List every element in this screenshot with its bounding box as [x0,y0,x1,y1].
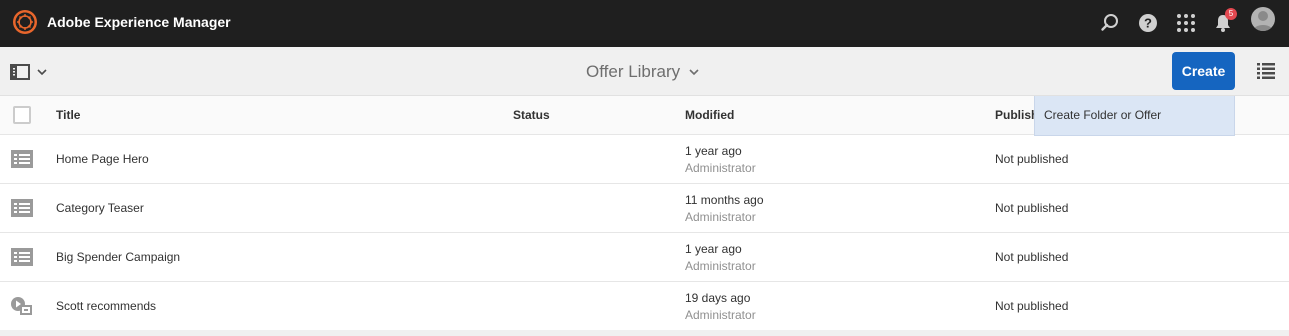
action-bar: Offer Library Create [0,47,1289,96]
row-publish-status: Not published [995,299,1069,313]
adobe-experience-cloud-logo[interactable] [12,9,38,35]
row-modified-by: Administrator [685,259,756,273]
row-modified-time: 1 year ago [685,242,742,256]
media-offer-icon [10,296,34,316]
row-publish-status: Not published [995,201,1069,215]
create-folder-or-offer-item[interactable]: Create Folder or Offer [1044,108,1161,122]
list-view-icon [1257,63,1275,79]
rail-toggle-button[interactable] [10,61,52,83]
create-button[interactable]: Create [1172,52,1235,90]
row-modified-by: Administrator [685,161,756,175]
row-publish-status: Not published [995,152,1069,166]
svg-text:?: ? [1144,16,1152,31]
row-title[interactable]: Home Page Hero [56,152,149,166]
list-icon [10,149,34,169]
list-view-toggle[interactable] [1256,61,1278,83]
table-row[interactable]: Scott recommends 19 days ago Administrat… [0,282,1289,331]
list-icon [10,198,34,218]
table-row[interactable]: Category Teaser 11 months ago Administra… [0,184,1289,233]
column-header-status[interactable]: Status [513,108,550,122]
row-modified-by: Administrator [685,308,756,322]
row-title[interactable]: Category Teaser [56,201,144,215]
table-row[interactable]: Big Spender Campaign 1 year ago Administ… [0,233,1289,282]
row-publish-status: Not published [995,250,1069,264]
column-header-modified[interactable]: Modified [685,108,734,122]
chevron-down-icon [689,69,699,76]
row-modified-by: Administrator [685,210,756,224]
create-menu: Create Folder or Offer [1034,96,1235,136]
user-avatar[interactable] [1251,7,1275,31]
page-title[interactable]: Offer Library [586,62,700,82]
column-header-title[interactable]: Title [56,108,80,122]
table-row[interactable]: Home Page Hero 1 year ago Administrator … [0,135,1289,184]
solutions-grid-icon[interactable] [1173,10,1199,36]
table-footer [0,330,1289,336]
row-modified-time: 19 days ago [685,291,751,305]
row-modified-time: 11 months ago [685,193,764,207]
list-icon [10,247,34,267]
search-icon[interactable] [1097,10,1123,36]
column-header-published[interactable]: Publish [995,108,1038,122]
row-modified-time: 1 year ago [685,144,742,158]
app-title[interactable]: Adobe Experience Manager [47,14,231,30]
chevron-down-icon [37,69,47,76]
notification-badge: 5 [1225,8,1237,20]
row-title[interactable]: Scott recommends [56,299,156,313]
help-icon[interactable]: ? [1135,10,1161,36]
select-all-checkbox[interactable] [13,106,31,124]
side-panel-icon [10,64,30,80]
page-title-label: Offer Library [586,62,681,81]
row-title[interactable]: Big Spender Campaign [56,250,180,264]
shell-header: Adobe Experience Manager ? 5 [0,0,1289,47]
